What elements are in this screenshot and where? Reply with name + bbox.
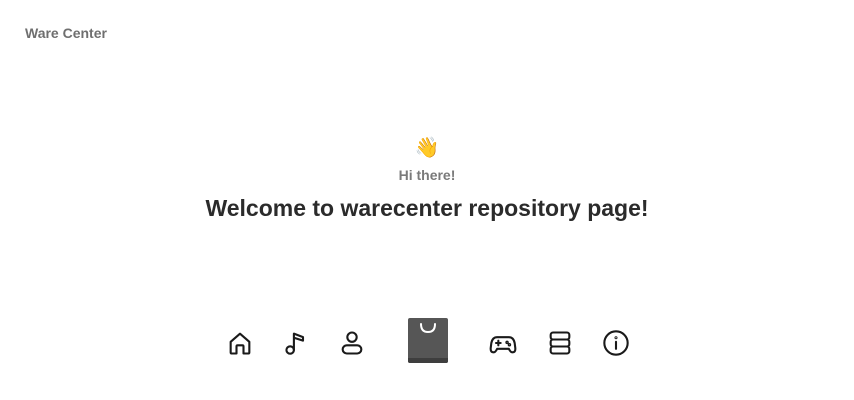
music-button[interactable] bbox=[281, 328, 311, 358]
app-title: Ware Center bbox=[25, 25, 107, 41]
greeting-text: Hi there! bbox=[398, 167, 456, 183]
welcome-heading: Welcome to warecenter repository page! bbox=[205, 195, 649, 221]
about-button[interactable] bbox=[601, 328, 631, 358]
store-button[interactable] bbox=[408, 318, 448, 363]
bag-handle-icon bbox=[420, 323, 436, 334]
home-icon bbox=[229, 332, 251, 355]
app-window: Ware Center 👋 Hi there! Welcome to warec… bbox=[0, 0, 854, 400]
repositories-button[interactable] bbox=[545, 328, 575, 358]
shopping-bag-base bbox=[408, 358, 448, 363]
hero-section: 👋 Hi there! Welcome to warecenter reposi… bbox=[0, 135, 854, 222]
games-button[interactable] bbox=[488, 328, 518, 358]
gamepad-icon bbox=[489, 336, 517, 354]
user-icon bbox=[341, 331, 363, 355]
waving-hand-emoji: 👋 bbox=[414, 135, 440, 159]
stack-icon bbox=[549, 331, 571, 355]
music-note-icon bbox=[285, 332, 305, 355]
account-button[interactable] bbox=[337, 328, 367, 358]
bottom-dock bbox=[0, 316, 854, 364]
info-icon bbox=[603, 330, 629, 356]
home-button[interactable] bbox=[225, 328, 255, 358]
